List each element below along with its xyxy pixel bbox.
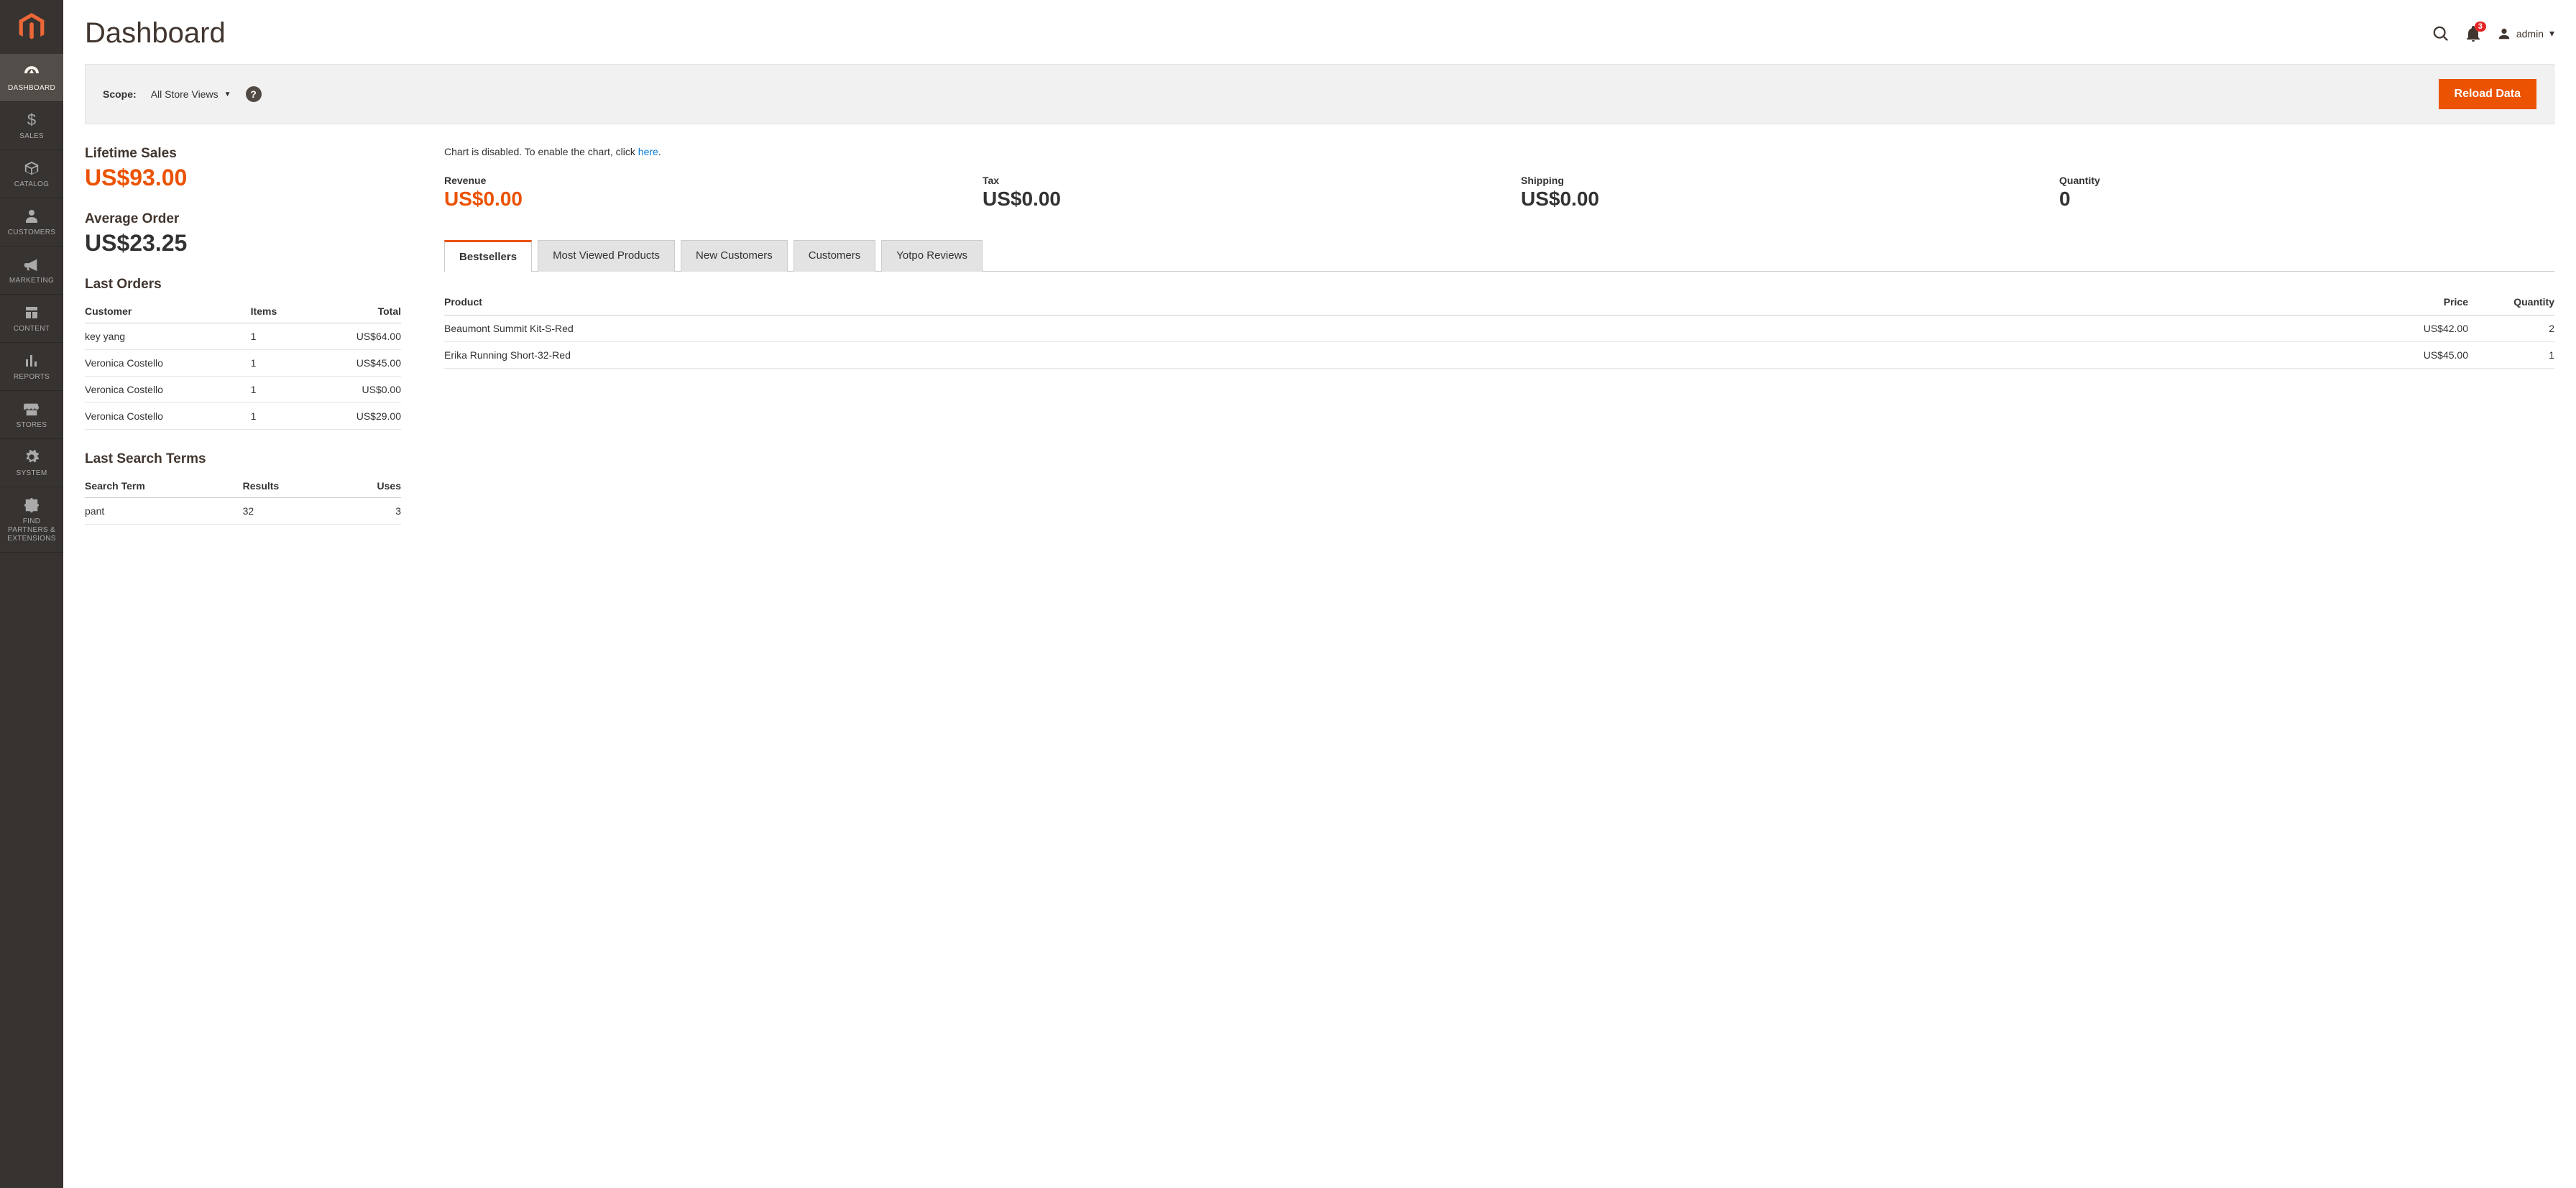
last-orders-table: Customer Items Total key yang1US$64.00 V… — [85, 300, 401, 430]
tab-new-customers[interactable]: New Customers — [681, 240, 788, 272]
bestsellers-table: Product Price Quantity Beaumont Summit K… — [444, 289, 2554, 369]
box-icon — [24, 159, 40, 178]
sidebar-item-stores[interactable]: STORES — [0, 391, 63, 439]
magento-logo[interactable] — [0, 0, 63, 54]
col-product: Product — [444, 289, 2382, 316]
enable-chart-link[interactable]: here — [638, 146, 658, 157]
gauge-icon — [23, 63, 40, 81]
col-customer: Customer — [85, 300, 251, 323]
puzzle-icon — [24, 496, 40, 515]
summary-row: Revenue US$0.00 Tax US$0.00 Shipping US$… — [444, 175, 2554, 211]
scope-label: Scope: — [103, 88, 137, 100]
sidebar: DASHBOARD $ SALES CATALOG CUSTOMERS MARK… — [0, 0, 63, 1188]
sidebar-item-label: CUSTOMERS — [8, 229, 55, 237]
tab-customers[interactable]: Customers — [794, 240, 876, 272]
header-tools: 3 admin ▾ — [2433, 26, 2554, 42]
summary-tax: Tax US$0.00 — [983, 175, 1478, 211]
col-results: Results — [243, 474, 339, 498]
page-title: Dashboard — [85, 17, 226, 50]
sidebar-item-marketing[interactable]: MARKETING — [0, 247, 63, 295]
notification-badge: 3 — [2475, 22, 2486, 32]
stat-title: Lifetime Sales — [85, 146, 401, 162]
col-term: Search Term — [85, 474, 243, 498]
reload-data-button[interactable]: Reload Data — [2439, 79, 2536, 109]
table-row[interactable]: Erika Running Short-32-RedUS$45.001 — [444, 342, 2554, 369]
magento-logo-icon — [19, 13, 45, 42]
sidebar-item-label: CATALOG — [14, 180, 49, 189]
notifications-button[interactable]: 3 — [2466, 26, 2480, 42]
page-header: Dashboard 3 admin ▾ — [85, 0, 2554, 64]
sidebar-item-label: DASHBOARD — [8, 84, 55, 93]
sidebar-item-label: SYSTEM — [17, 469, 47, 478]
last-orders-title: Last Orders — [85, 277, 401, 293]
sidebar-item-label: FIND PARTNERS & EXTENSIONS — [3, 517, 60, 543]
search-button[interactable] — [2433, 26, 2449, 42]
table-row[interactable]: Veronica Costello1US$45.00 — [85, 350, 401, 377]
bar-chart-icon — [24, 351, 39, 370]
lifetime-sales-block: Lifetime Sales US$93.00 — [85, 146, 401, 191]
layout-icon — [24, 303, 39, 322]
scope-bar: Scope: All Store Views ▼ ? Reload Data — [85, 64, 2554, 124]
storefront-icon — [24, 400, 40, 418]
table-row[interactable]: pant323 — [85, 498, 401, 525]
average-order-block: Average Order US$23.25 — [85, 211, 401, 257]
last-search-title: Last Search Terms — [85, 451, 401, 467]
sidebar-item-label: STORES — [17, 421, 47, 430]
user-icon — [2498, 27, 2511, 40]
sidebar-item-dashboard[interactable]: DASHBOARD — [0, 54, 63, 102]
stat-title: Average Order — [85, 211, 401, 227]
dashboard-tabs: Bestsellers Most Viewed Products New Cus… — [444, 239, 2554, 272]
sidebar-item-system[interactable]: SYSTEM — [0, 439, 63, 487]
scope-select[interactable]: All Store Views ▼ — [151, 88, 231, 100]
main-content: Dashboard 3 admin ▾ Scope: — [63, 0, 2576, 1188]
col-items: Items — [251, 300, 306, 323]
last-search-table: Search Term Results Uses pant323 — [85, 474, 401, 525]
chevron-down-icon: ▾ — [2549, 27, 2554, 40]
person-icon — [24, 207, 39, 226]
summary-shipping: Shipping US$0.00 — [1521, 175, 2016, 211]
chart-disabled-message: Chart is disabled. To enable the chart, … — [444, 146, 2554, 157]
sidebar-item-label: CONTENT — [14, 325, 50, 333]
sidebar-item-label: SALES — [19, 132, 44, 141]
sidebar-item-sales[interactable]: $ SALES — [0, 102, 63, 150]
col-uses: Uses — [338, 474, 401, 498]
tab-bestsellers[interactable]: Bestsellers — [444, 240, 532, 272]
stat-value: US$93.00 — [85, 165, 401, 191]
dollar-icon: $ — [27, 111, 36, 129]
table-row[interactable]: key yang1US$64.00 — [85, 323, 401, 350]
sidebar-item-label: REPORTS — [14, 373, 50, 382]
sidebar-item-reports[interactable]: REPORTS — [0, 343, 63, 391]
gear-icon — [24, 448, 40, 466]
sidebar-item-catalog[interactable]: CATALOG — [0, 150, 63, 198]
megaphone-icon — [24, 255, 40, 274]
search-icon — [2433, 26, 2449, 42]
col-price: Price — [2382, 289, 2468, 316]
col-qty: Quantity — [2468, 289, 2554, 316]
chevron-down-icon: ▼ — [224, 91, 231, 98]
user-menu[interactable]: admin ▾ — [2498, 27, 2554, 40]
summary-quantity: Quantity 0 — [2059, 175, 2554, 211]
stat-value: US$23.25 — [85, 230, 401, 257]
sidebar-item-label: MARKETING — [9, 277, 54, 285]
tab-most-viewed[interactable]: Most Viewed Products — [538, 240, 675, 272]
sidebar-item-customers[interactable]: CUSTOMERS — [0, 198, 63, 247]
table-row[interactable]: Veronica Costello1US$0.00 — [85, 377, 401, 403]
col-total: Total — [306, 300, 401, 323]
help-button[interactable]: ? — [246, 86, 262, 102]
table-row[interactable]: Beaumont Summit Kit-S-RedUS$42.002 — [444, 316, 2554, 342]
summary-revenue: Revenue US$0.00 — [444, 175, 939, 211]
user-label: admin — [2516, 28, 2544, 40]
table-row[interactable]: Veronica Costello1US$29.00 — [85, 403, 401, 430]
sidebar-item-partners[interactable]: FIND PARTNERS & EXTENSIONS — [0, 487, 63, 553]
scope-selected-value: All Store Views — [151, 88, 218, 100]
sidebar-item-content[interactable]: CONTENT — [0, 295, 63, 343]
tab-yotpo[interactable]: Yotpo Reviews — [881, 240, 983, 272]
bestsellers-panel: Product Price Quantity Beaumont Summit K… — [444, 272, 2554, 369]
